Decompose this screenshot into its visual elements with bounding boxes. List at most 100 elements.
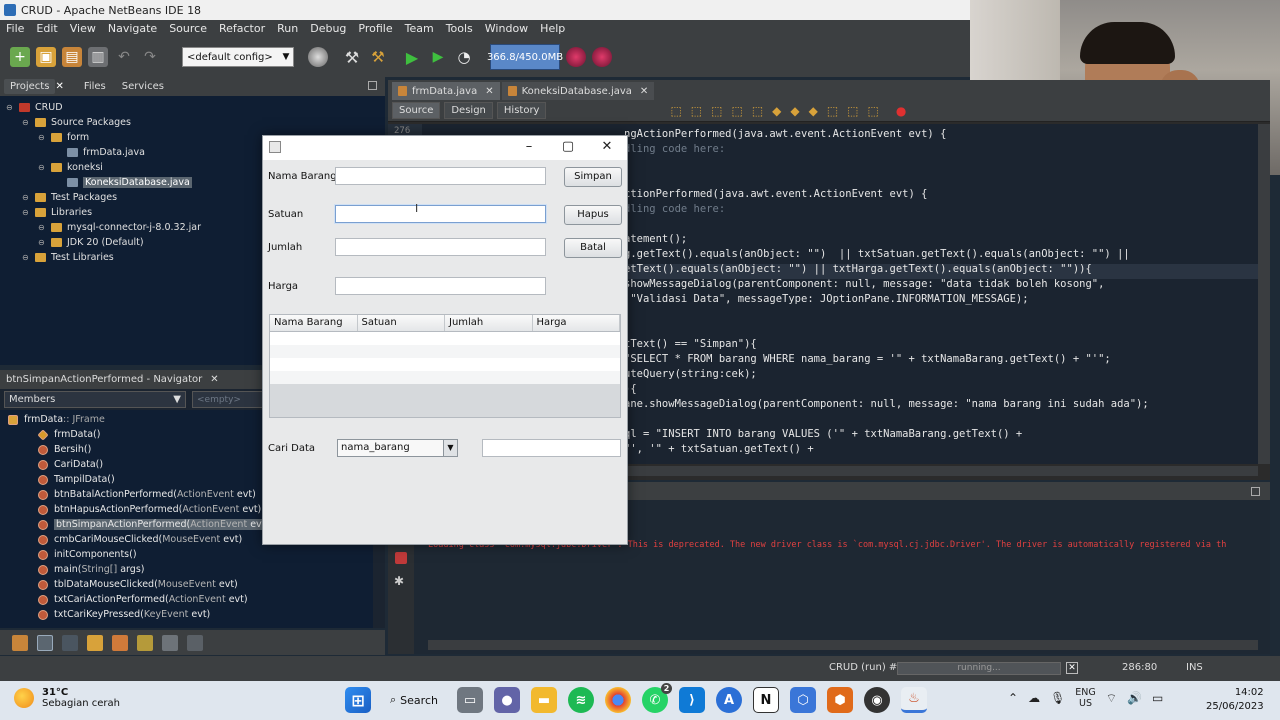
menu-tools[interactable]: Tools <box>440 22 479 35</box>
chevron-up-icon[interactable]: ⌃ <box>1008 691 1018 705</box>
navigator-member-item[interactable]: btnHapusActionPerformed(ActionEvent evt) <box>38 502 261 517</box>
vscode-icon[interactable]: ⟩ <box>679 687 705 713</box>
palette-grid-icon[interactable] <box>162 634 178 651</box>
cari-field-select[interactable]: nama_barang ▼ <box>337 439 458 457</box>
toggle-macro-icon[interactable]: ● <box>896 104 906 118</box>
project-tree-item[interactable]: ⊖ Source Packages <box>22 115 131 130</box>
windows-start-icon[interactable]: ⊞ <box>345 687 371 713</box>
table-row[interactable] <box>270 345 620 358</box>
expand-toggle-icon[interactable]: ⊖ <box>38 223 48 232</box>
cloud-icon[interactable]: ☁ <box>1028 691 1040 705</box>
data-table[interactable]: Nama Barang Satuan Jumlah Harga <box>269 314 621 418</box>
expand-toggle-icon[interactable]: ⊖ <box>38 238 48 247</box>
menu-window[interactable]: Window <box>479 22 534 35</box>
palette-tool-icon[interactable] <box>12 634 28 651</box>
project-tree-item[interactable]: frmData.java <box>54 145 145 160</box>
open-project-icon[interactable]: ▤ <box>62 47 82 67</box>
column-header[interactable]: Harga <box>533 315 620 331</box>
harga-input[interactable] <box>335 277 546 295</box>
debug-icon[interactable]: ▶ <box>428 47 448 67</box>
config-select[interactable]: <default config> ▼ <box>182 47 294 67</box>
settings-icon[interactable]: ✱ <box>394 574 404 588</box>
output-horizontal-scrollbar[interactable] <box>428 640 1258 650</box>
satuan-input[interactable] <box>335 205 546 223</box>
minimize-icon[interactable] <box>1251 487 1260 496</box>
spotify-icon[interactable]: ≋ <box>568 687 594 713</box>
tab-koneksidatabase[interactable]: KoneksiDatabase.java ✕ <box>501 82 655 100</box>
config-gear-icon[interactable] <box>308 47 328 67</box>
editor-tools-icons[interactable]: ⬚⬚⬚⬚⬚◆◆◆⬚⬚⬚ <box>670 104 887 118</box>
speaker-icon[interactable]: 🔊 <box>1127 691 1142 705</box>
new-project-icon[interactable]: ▣ <box>36 47 56 67</box>
gc-alt-icon[interactable] <box>592 47 612 67</box>
members-select[interactable]: Members ▼ <box>4 391 186 408</box>
menu-edit[interactable]: Edit <box>30 22 63 35</box>
project-tree-item[interactable]: ⊖ JDK 20 (Default) <box>38 235 144 250</box>
table-row[interactable] <box>270 332 620 345</box>
tab-services[interactable]: Services <box>116 79 170 94</box>
maximize-icon[interactable]: ▢ <box>552 138 584 156</box>
navigator-member-item[interactable]: cmbCariMouseClicked(MouseEvent evt) <box>38 532 242 547</box>
save-all-icon[interactable]: ▥ <box>88 47 108 67</box>
navigator-member-item[interactable]: btnBatalActionPerformed(ActionEvent evt) <box>38 487 256 502</box>
navigator-member-item[interactable]: CariData() <box>38 457 103 472</box>
project-tree-item[interactable]: ⊖ koneksi <box>38 160 103 175</box>
menu-view[interactable]: View <box>64 22 102 35</box>
column-header[interactable]: Jumlah <box>445 315 533 331</box>
hapus-button[interactable]: Hapus <box>564 205 622 225</box>
nama-barang-input[interactable] <box>335 167 546 185</box>
microphone-icon[interactable]: 🎙 <box>1050 691 1065 705</box>
memory-indicator[interactable]: 366.8/450.0MB <box>487 44 563 70</box>
run-icon[interactable]: ▶ <box>402 47 422 67</box>
menu-team[interactable]: Team <box>399 22 440 35</box>
navigator-member-item[interactable]: txtCariActionPerformed(ActionEvent evt) <box>38 592 248 607</box>
simpan-button[interactable]: Simpan <box>564 167 622 187</box>
chrome-icon[interactable] <box>605 687 631 713</box>
notion-icon[interactable]: N <box>753 687 779 713</box>
menu-navigate[interactable]: Navigate <box>102 22 163 35</box>
file-explorer-icon[interactable]: ▬ <box>531 687 557 713</box>
stop-icon[interactable] <box>395 552 407 564</box>
project-tree-item[interactable]: KoneksiDatabase.java <box>54 175 192 190</box>
expand-toggle-icon[interactable]: ⊖ <box>22 253 32 262</box>
navigator-member-item[interactable]: tblDataMouseClicked(MouseEvent evt) <box>38 577 238 592</box>
jumlah-input[interactable] <box>335 238 546 256</box>
expand-toggle-icon[interactable]: ⊖ <box>6 103 16 112</box>
close-icon[interactable]: ✕ <box>210 374 218 385</box>
navigator-member-item[interactable]: TampilData() <box>38 472 115 487</box>
design-view-button[interactable]: Design <box>444 102 493 119</box>
tab-files[interactable]: Files <box>78 79 112 94</box>
profile-icon[interactable]: ◔ <box>454 47 474 67</box>
table-row[interactable] <box>270 358 620 371</box>
taskbar-clock[interactable]: 14:02 25/06/2023 <box>1206 686 1264 714</box>
tab-frmdata[interactable]: frmData.java ✕ <box>392 82 500 100</box>
editor-vertical-scrollbar[interactable] <box>1258 124 1270 464</box>
palette-align-icon[interactable] <box>187 634 203 651</box>
navigator-member-item[interactable]: btnSimpanActionPerformed(ActionEvent evt… <box>38 517 272 532</box>
tab-projects[interactable]: Projects <box>4 79 56 94</box>
menu-file[interactable]: File <box>0 22 30 35</box>
cari-input[interactable] <box>482 439 621 457</box>
close-icon[interactable]: ✕ <box>591 138 623 156</box>
menu-refactor[interactable]: Refactor <box>213 22 271 35</box>
new-file-icon[interactable]: + <box>10 47 30 67</box>
project-tree-item[interactable]: ⊖ CRUD <box>6 100 63 115</box>
teams-icon[interactable]: ● <box>494 687 520 713</box>
history-view-button[interactable]: History <box>496 102 547 119</box>
table-row[interactable] <box>270 371 620 384</box>
app-icon[interactable]: A <box>716 687 742 713</box>
navigator-root[interactable]: frmData :: JFrame <box>8 412 105 427</box>
minimize-icon[interactable]: – <box>513 138 545 156</box>
close-icon[interactable]: ✕ <box>640 86 648 97</box>
minimize-icon[interactable] <box>368 81 377 90</box>
close-icon[interactable]: ✕ <box>485 86 493 97</box>
expand-toggle-icon[interactable]: ⊖ <box>22 193 32 202</box>
wifi-icon[interactable]: ⌔ <box>1106 691 1117 706</box>
batal-button[interactable]: Batal <box>564 238 622 258</box>
project-tree-item[interactable]: ⊖ mysql-connector-j-8.0.32.jar <box>38 220 201 235</box>
menu-profile[interactable]: Profile <box>352 22 398 35</box>
palette-bean-icon[interactable] <box>112 634 128 651</box>
menu-run[interactable]: Run <box>271 22 304 35</box>
menu-help[interactable]: Help <box>534 22 571 35</box>
cancel-run-icon[interactable]: ✕ <box>1066 662 1078 674</box>
